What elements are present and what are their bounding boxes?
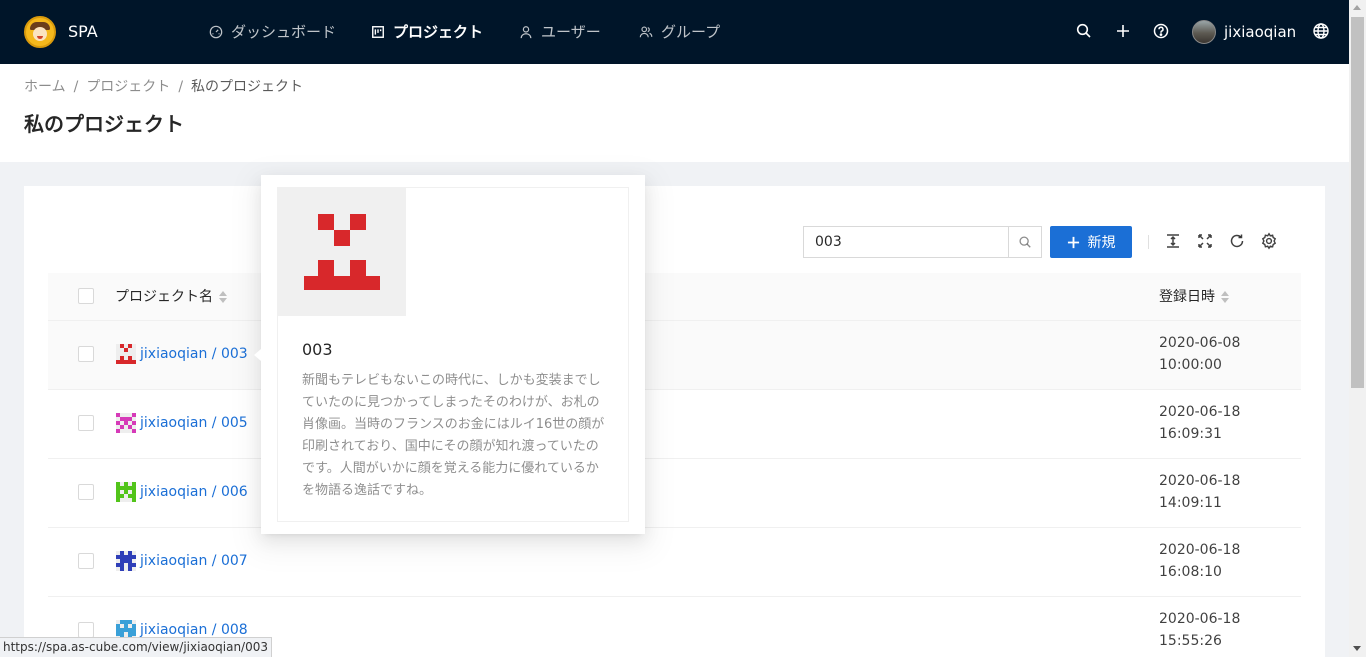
registered-at: 2020-06-18 15:55:26 — [1159, 608, 1240, 652]
row-checkbox[interactable] — [78, 484, 94, 500]
nav-users[interactable]: ユーザー — [519, 20, 601, 44]
page-scrollbar[interactable] — [1349, 0, 1366, 657]
project-link[interactable]: jixiaoqian / 007 — [116, 550, 248, 572]
breadcrumb-current: 私のプロジェクト — [191, 79, 304, 95]
project-link[interactable]: jixiaoqian / 006 — [116, 481, 248, 503]
project-avatar — [116, 551, 136, 571]
scroll-down-arrow[interactable] — [1353, 646, 1361, 651]
search-button[interactable] — [1008, 227, 1041, 257]
plus-icon — [1067, 236, 1079, 248]
column-header-label: 登録日時 — [1159, 289, 1215, 305]
nav-dashboard[interactable]: ダッシュボード — [209, 20, 336, 44]
breadcrumb: ホーム / プロジェクト / 私のプロジェクト — [24, 76, 303, 98]
group-icon — [639, 26, 653, 38]
popover-title: 003 — [302, 340, 333, 359]
app-title[interactable]: SPA — [68, 20, 98, 44]
registered-time: 10:00:00 — [1159, 357, 1222, 373]
registered-date: 2020-06-18 — [1159, 404, 1241, 420]
project-name: jixiaoqian / 006 — [140, 484, 248, 500]
breadcrumb-separator: / — [73, 79, 79, 95]
page-title: 私のプロジェクト — [24, 112, 184, 136]
registered-date: 2020-06-18 — [1159, 473, 1241, 489]
project-name: jixiaoqian / 005 — [140, 415, 248, 431]
scroll-up-arrow[interactable] — [1353, 5, 1361, 10]
registered-date: 2020-06-18 — [1159, 611, 1241, 627]
registered-date: 2020-06-18 — [1159, 542, 1241, 558]
project-avatar — [116, 344, 136, 364]
avatar[interactable] — [1192, 20, 1216, 44]
row-checkbox[interactable] — [78, 622, 94, 638]
row-checkbox[interactable] — [78, 553, 94, 569]
registered-at: 2020-06-18 16:09:31 — [1159, 401, 1240, 445]
nav-groups[interactable]: グループ — [639, 20, 720, 44]
nav-dashboard-label: ダッシュボード — [231, 23, 337, 41]
registered-time: 15:55:26 — [1159, 633, 1222, 649]
registered-at: 2020-06-08 10:00:00 — [1159, 332, 1240, 376]
column-header-project-name[interactable]: プロジェクト名 — [115, 286, 227, 308]
sort-icon[interactable] — [1221, 291, 1229, 303]
project-link[interactable]: jixiaoqian / 003 — [116, 343, 248, 365]
table-row[interactable]: jixiaoqian / 003 2020-06-08 10:00:00 — [48, 321, 1301, 390]
breadcrumb-separator: / — [178, 79, 184, 95]
setting-icon[interactable] — [1260, 232, 1278, 250]
project-name: jixiaoqian / 007 — [140, 553, 248, 569]
registered-time: 16:08:10 — [1159, 564, 1222, 580]
plus-icon[interactable] — [1114, 22, 1132, 40]
project-preview-popover: 003 新聞もテレビもないこの時代に、しかも変装までしていたのに見つかってしまっ… — [261, 175, 645, 534]
logo[interactable] — [24, 16, 56, 48]
table-row[interactable]: jixiaoqian / 005 2020-06-18 16:09:31 — [48, 390, 1301, 459]
nav-users-label: ユーザー — [541, 23, 601, 41]
dashboard-icon — [209, 25, 223, 39]
nav-project[interactable]: プロジェクト — [371, 20, 483, 44]
username[interactable]: jixiaoqian — [1224, 20, 1296, 44]
nav-project-label: プロジェクト — [393, 23, 484, 41]
popover-description: 新聞もテレビもないこの時代に、しかも変装までしていたのに見つかってしまったそのわ… — [302, 373, 605, 498]
top-header: SPA ダッシュボード プロジェクト ユーザー グループ jixiaoqian — [0, 0, 1349, 64]
registered-time: 16:09:31 — [1159, 426, 1222, 442]
fullscreen-icon[interactable] — [1196, 232, 1214, 250]
row-checkbox[interactable] — [78, 415, 94, 431]
registered-date: 2020-06-08 — [1159, 335, 1241, 351]
scroll-thumb[interactable] — [1351, 17, 1364, 388]
registered-at: 2020-06-18 14:09:11 — [1159, 470, 1240, 514]
column-header-registered-at[interactable]: 登録日時 — [1159, 286, 1229, 308]
new-project-button[interactable]: 新規 — [1050, 226, 1132, 258]
project-link[interactable]: jixiaoqian / 005 — [116, 412, 248, 434]
registered-at: 2020-06-18 16:08:10 — [1159, 539, 1240, 583]
project-name: jixiaoqian / 003 — [140, 346, 248, 362]
select-all-checkbox[interactable] — [78, 288, 94, 304]
breadcrumb-projects[interactable]: プロジェクト — [86, 76, 170, 98]
reload-icon[interactable] — [1228, 232, 1246, 250]
row-checkbox[interactable] — [78, 346, 94, 362]
project-avatar — [116, 482, 136, 502]
nav-groups-label: グループ — [661, 23, 721, 41]
project-preview-card[interactable]: 003 新聞もテレビもないこの時代に、しかも変装までしていたのに見つかってしまっ… — [277, 187, 629, 522]
table-row[interactable]: jixiaoqian / 006 2020-06-18 14:09:11 — [48, 459, 1301, 528]
search-input[interactable] — [804, 227, 1009, 257]
popover-arrow — [254, 349, 261, 361]
project-avatar — [116, 413, 136, 433]
project-identicon — [278, 188, 406, 316]
table-row[interactable]: jixiaoqian / 007 2020-06-18 16:08:10 — [48, 528, 1301, 597]
page-header: ホーム / プロジェクト / 私のプロジェクト 私のプロジェクト — [0, 64, 1349, 162]
search-box[interactable] — [803, 226, 1042, 258]
user-icon — [520, 26, 532, 39]
column-header-label: プロジェクト名 — [115, 289, 213, 305]
search-icon[interactable] — [1075, 22, 1093, 40]
search-icon — [1019, 236, 1031, 248]
help-icon[interactable] — [1152, 22, 1170, 40]
project-icon — [372, 26, 384, 38]
registered-time: 14:09:11 — [1159, 495, 1222, 511]
column-height-icon[interactable] — [1164, 232, 1182, 250]
new-project-label: 新規 — [1087, 235, 1116, 251]
breadcrumb-home[interactable]: ホーム — [24, 76, 66, 98]
status-url: https://spa.as-cube.com/view/jixiaoqian/… — [0, 637, 273, 657]
toolbar-divider — [1148, 235, 1149, 249]
sort-icon[interactable] — [219, 291, 227, 303]
table-header: プロジェクト名 登録日時 — [48, 273, 1301, 321]
globe-icon[interactable] — [1312, 22, 1330, 40]
